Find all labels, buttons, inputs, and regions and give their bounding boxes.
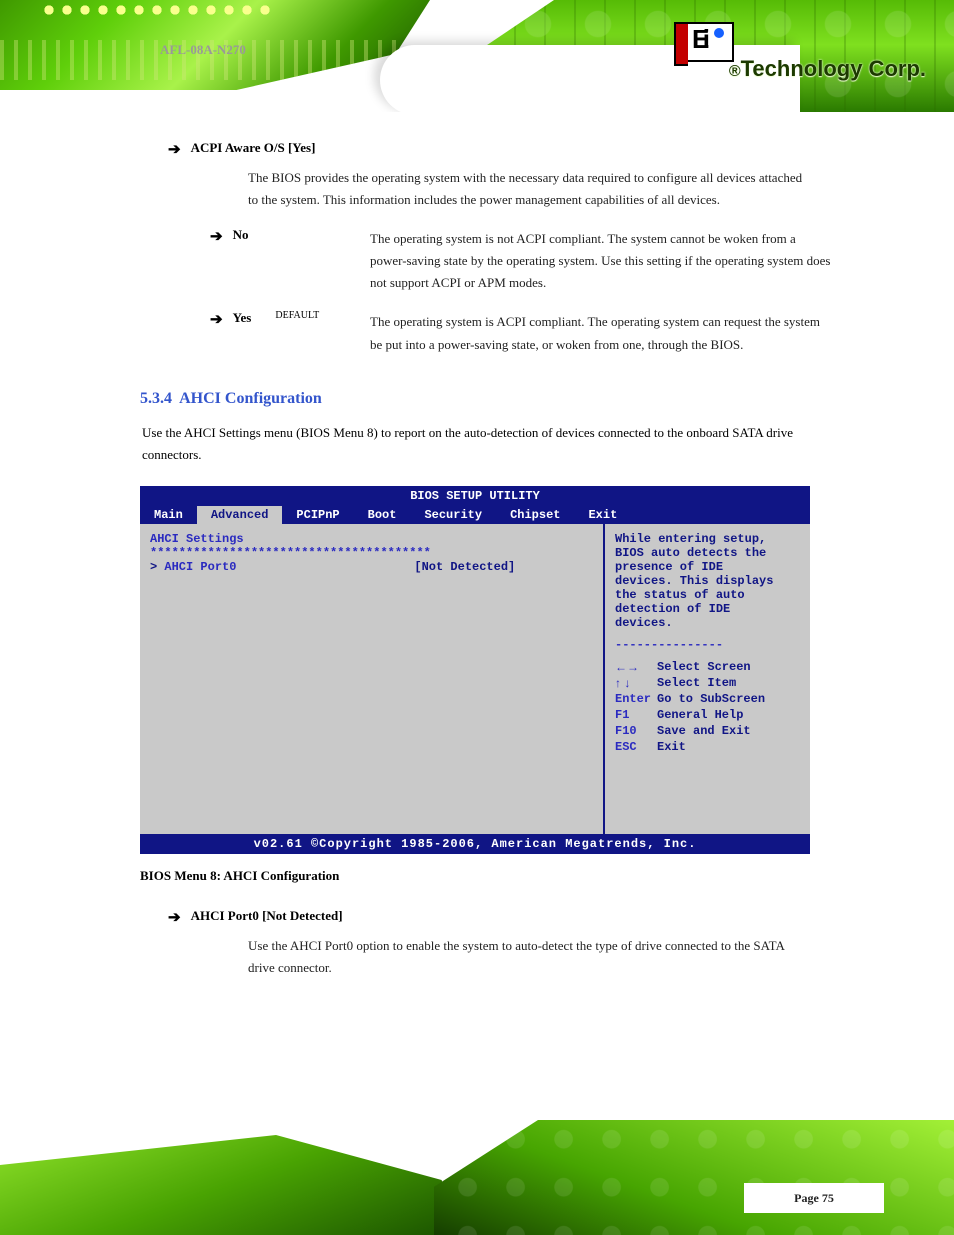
page-header-banner: E i ®Technology Corp. [0,0,954,112]
key-hint-select-item: ↑ ↓Select Item [615,676,804,690]
bios-hint-line: devices. [615,616,804,630]
iei-logo: E i [674,22,734,67]
option-description: Use the AHCI Port0 option to enable the … [248,935,808,979]
brand-name: Technology Corp. [741,56,926,81]
bios-tab-advanced[interactable]: Advanced [197,506,283,524]
logo-box: E i [674,22,734,62]
bios-hint-line: presence of IDE [615,560,804,574]
bios-tab-security[interactable]: Security [410,506,496,524]
option-ahci-port0: ➔ AHCI Port0 [Not Detected] Use the AHCI… [168,908,834,979]
arrow-right-icon: ➔ [210,227,223,246]
key-hint-text: Go to SubScreen [657,692,765,706]
key-label: ESC [615,740,657,754]
key-hint-text: Select Item [657,676,736,690]
key-label: Enter [615,692,657,706]
section-heading: 5.3.4 AHCI Configuration [140,390,834,408]
bios-left-pane: AHCI Settings **************************… [140,524,605,834]
key-hint-f1: F1General Help [615,708,804,722]
bios-hint-line: detection of IDE [615,602,804,616]
arrow-right-icon: ➔ [210,310,223,329]
key-hint-text: Exit [657,740,686,754]
bios-item-value: [Not Detected] [414,560,515,574]
default-tag: DEFAULT [275,310,319,321]
separator: --------------- [615,638,804,652]
bios-right-pane: While entering setup, BIOS auto detects … [605,524,810,834]
arrow-up-down-icon: ↑ ↓ [615,676,657,690]
sub-option-name: No [233,227,249,243]
bios-title: BIOS SETUP UTILITY [140,486,810,506]
key-label: F1 [615,708,657,722]
option-name: ACPI Aware O/S [Yes] [191,140,316,156]
bios-tab-exit[interactable]: Exit [574,506,631,524]
product-code: AFL-08A-N270 [160,42,246,58]
logo-letter-i: i [703,26,710,52]
registered-symbol: ® [729,63,741,80]
arrow-left-right-icon: ←→ [615,660,657,674]
sub-option-description: The operating system is not ACPI complia… [370,228,834,294]
key-hint-enter: EnterGo to SubScreen [615,692,804,706]
option-description: The BIOS provides the operating system w… [248,167,808,211]
bios-footer: v02.61 ©Copyright 1985-2006, American Me… [140,834,810,854]
key-hint-text: General Help [657,708,743,722]
page-body: AFL-08A-N270 ➔ ACPI Aware O/S [Yes] The … [0,112,954,979]
page-footer-banner: Page 75 [0,1120,954,1235]
bios-hint-line: While entering setup, [615,532,804,546]
bios-pane-heading: AHCI Settings [150,532,593,546]
sub-option-no: ➔ No The operating system is not ACPI co… [210,227,834,294]
bios-item-label: AHCI Port0 [164,560,414,574]
key-hint-text: Save and Exit [657,724,751,738]
bios-screenshot: BIOS SETUP UTILITY Main Advanced PCIPnP … [140,486,810,854]
sub-option-name: Yes [233,310,252,326]
sub-option-description: The operating system is ACPI compliant. … [370,311,834,355]
section-number: 5.3.4 [140,390,172,407]
key-hint-text: Select Screen [657,660,751,674]
bios-hint-line: the status of auto [615,588,804,602]
page-number: Page 75 [744,1183,884,1213]
bios-tab-main[interactable]: Main [140,506,197,524]
section-body: Use the AHCI Settings menu (BIOS Menu 8)… [142,422,834,466]
brand-text: ®Technology Corp. [729,56,926,82]
key-label: F10 [615,724,657,738]
bios-tab-chipset[interactable]: Chipset [496,506,574,524]
separator: *************************************** [150,546,593,560]
arrow-right-icon: ➔ [168,140,181,159]
bios-hint-line: BIOS auto detects the [615,546,804,560]
option-acpi-aware: ➔ ACPI Aware O/S [Yes] The BIOS provides… [168,140,834,211]
bios-tab-pcipnp[interactable]: PCIPnP [282,506,353,524]
bios-tab-bar: Main Advanced PCIPnP Boot Security Chips… [140,506,810,524]
key-hint-esc: ESCExit [615,740,804,754]
decor-pcb-bottom-right [434,1120,954,1235]
figure-caption: BIOS Menu 8: AHCI Configuration [140,868,834,884]
triangle-right-icon: > [150,560,164,574]
arrow-right-icon: ➔ [168,908,181,927]
logo-dot-icon [714,28,724,38]
bios-body: AHCI Settings **************************… [140,524,810,834]
bios-tab-boot[interactable]: Boot [354,506,411,524]
sub-option-yes: ➔ Yes DEFAULT The operating system is AC… [210,310,834,355]
bios-hint-line: devices. This displays [615,574,804,588]
bios-item-port0[interactable]: > AHCI Port0 [Not Detected] [150,560,593,574]
section-title: AHCI Configuration [179,390,322,407]
key-hint-f10: F10Save and Exit [615,724,804,738]
option-name: AHCI Port0 [Not Detected] [191,908,343,924]
key-hint-select-screen: ←→Select Screen [615,660,804,674]
